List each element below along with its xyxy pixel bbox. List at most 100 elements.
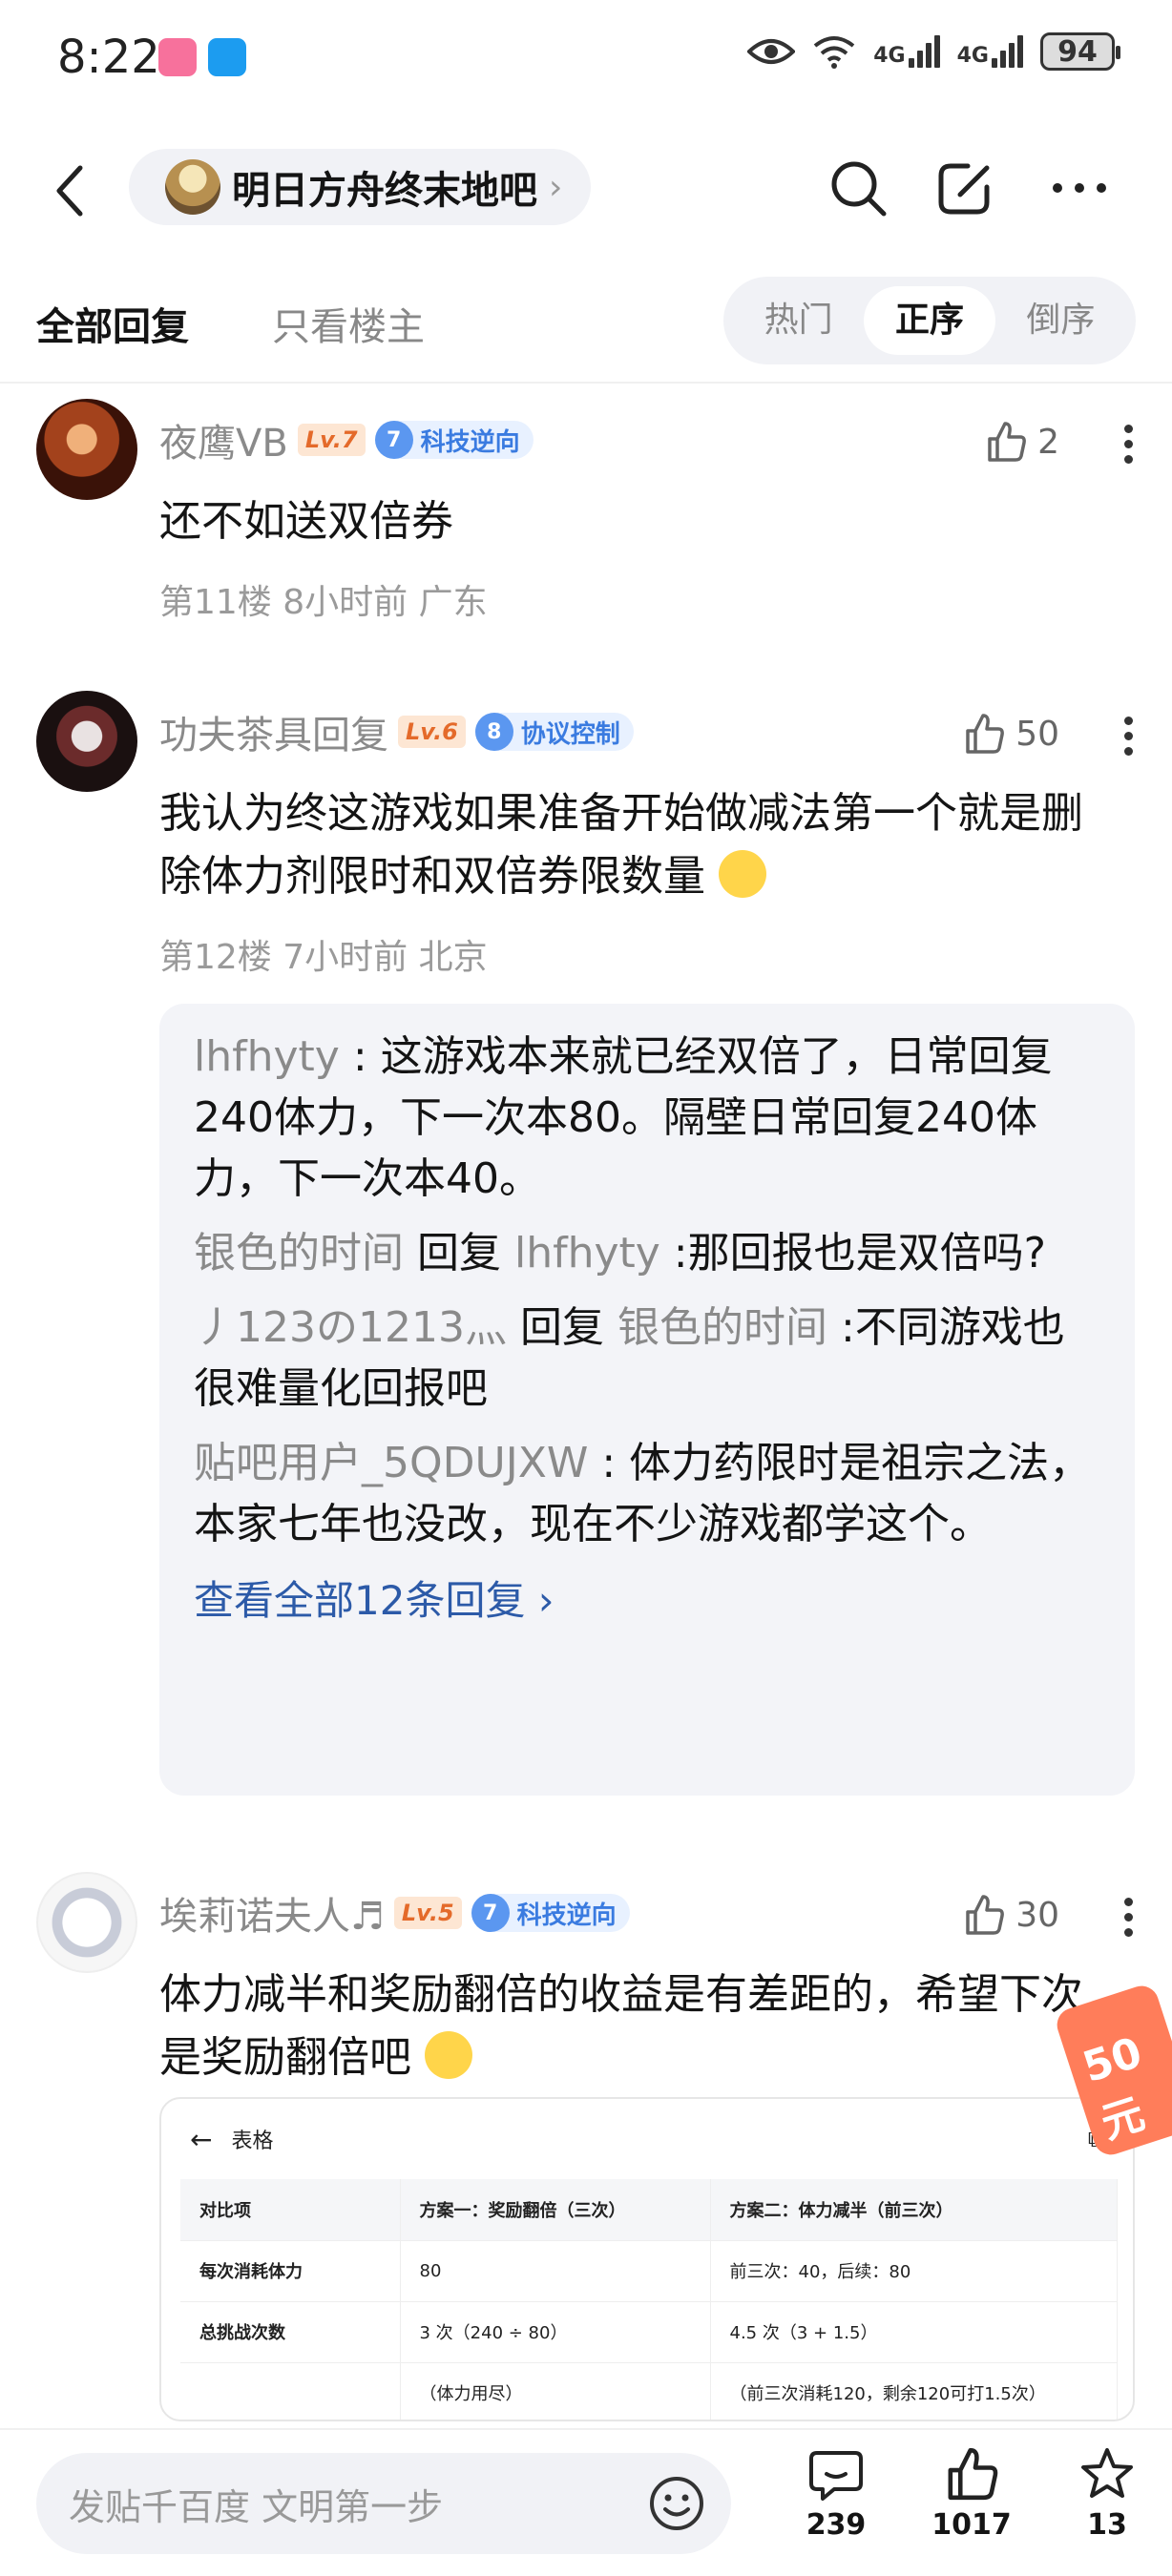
level-badge: Lv.7	[297, 424, 366, 456]
tab-op-only[interactable]: 只看楼主	[272, 296, 425, 351]
avatar[interactable]	[36, 1872, 137, 1973]
more-icon[interactable]	[1122, 1891, 1134, 1943]
back-arrow-icon[interactable]	[48, 162, 95, 219]
comment-button[interactable]: 239	[788, 2445, 884, 2542]
table-cell: （体力用尽）	[400, 2362, 711, 2420]
like-count: 1017	[931, 2508, 1012, 2542]
table-row: 总挑战次数 3 次（240 ÷ 80） 4.5 次（3 + 1.5）	[180, 2301, 1118, 2363]
like-button[interactable]: 2	[984, 420, 1059, 464]
table-cell: 对比项	[180, 2179, 401, 2241]
reply-author[interactable]: 贴吧用户_5QDUJXW	[194, 1439, 588, 1487]
message-app-icon	[208, 38, 246, 76]
username[interactable]: 夜鹰VB	[159, 412, 288, 467]
table-row: （体力用尽） （前三次消耗120，剩余120可打1.5次）	[180, 2362, 1118, 2420]
reply-input[interactable]: 发贴千百度 文明第一步	[36, 2453, 731, 2554]
table-cell: 每次消耗体力	[180, 2240, 401, 2302]
avatar[interactable]	[36, 399, 137, 500]
like-button[interactable]: 30	[962, 1893, 1059, 1937]
forum-name: 明日方舟终末地吧	[232, 169, 537, 213]
tab-all-replies[interactable]: 全部回复	[36, 296, 189, 351]
thumbs-up-icon	[988, 422, 1026, 462]
tag-label: 科技逆向	[516, 1901, 617, 1930]
honor-tag: 7 科技逆向	[374, 421, 534, 459]
view-all-replies-link[interactable]: 查看全部12条回复 ›	[194, 1568, 1100, 1627]
sub-replies: lhfhyty : 这游戏本来就已经双倍了，日常回复240体力，下一次本80。隔…	[159, 1004, 1135, 1796]
level-badge: Lv.6	[398, 716, 466, 748]
battery-indicator: 94	[1040, 32, 1120, 71]
more-options-icon[interactable]	[1046, 155, 1113, 221]
post-content-text: 体力减半和奖励翻倍的收益是有差距的，希望下次是奖励翻倍吧	[159, 1970, 1083, 2082]
reply-connector: 回复	[404, 1229, 514, 1278]
like-count: 30	[1015, 1895, 1059, 1935]
tag-number: 7	[374, 421, 413, 459]
eye-icon	[747, 39, 796, 64]
bottom-bar: 发贴千百度 文明第一步 239 1017 13	[0, 2428, 1172, 2576]
honor-tag: 8 协议控制	[474, 713, 634, 751]
edit-icon[interactable]	[931, 155, 998, 221]
status-time: 8:22	[57, 31, 160, 84]
user-line: 功夫茶具回复 Lv.6 8 协议控制	[159, 704, 634, 759]
signal-icon: 4G	[873, 35, 940, 68]
like-post-button[interactable]: 1017	[924, 2445, 1019, 2542]
table-cell: 总挑战次数	[180, 2301, 401, 2363]
thumbs-up-icon	[966, 714, 1005, 754]
table-cell: 方案二：体力减半（前三次）	[710, 2179, 1118, 2241]
sub-reply[interactable]: 贴吧用户_5QDUJXW : 体力药限时是祖宗之法，本家七年也没改，现在不少游戏…	[194, 1433, 1100, 1555]
chevron-right-icon: ›	[549, 167, 563, 207]
table-title: 表格	[231, 2129, 274, 2153]
reply-target[interactable]: 银色的时间	[617, 1303, 827, 1352]
table-row: 每次消耗体力 80 前三次：40，后续：80	[180, 2240, 1118, 2302]
reply-target[interactable]: lhfhyty	[514, 1229, 660, 1278]
table-cell: （前三次消耗120，剩余120可打1.5次）	[710, 2362, 1118, 2420]
table-cell: 4.5 次（3 + 1.5）	[710, 2301, 1118, 2363]
avatar[interactable]	[36, 691, 137, 792]
sort-hot[interactable]: 热门	[733, 286, 864, 355]
user-line: 夜鹰VB Lv.7 7 科技逆向	[159, 412, 534, 467]
network-type-2: 4G	[956, 44, 989, 68]
post-meta: 第11楼 8小时前 广东	[159, 583, 488, 622]
bilibili-app-icon	[158, 38, 197, 76]
favorite-button[interactable]: 13	[1059, 2445, 1155, 2542]
reply-text: :那回报也是双倍吗?	[659, 1229, 1046, 1278]
username[interactable]: 埃莉诺夫人♬	[159, 1885, 385, 1941]
comment-count: 239	[806, 2508, 867, 2542]
table-cell: 80	[400, 2240, 711, 2302]
table-image[interactable]: ← 表格 ⧉ 对比项方案一：奖励翻倍（三次）方案二：体力减半（前三次） 每次消耗…	[159, 2097, 1135, 2421]
favorite-count: 13	[1087, 2508, 1127, 2542]
table-header: ← 表格 ⧉	[161, 2099, 1133, 2179]
sub-reply[interactable]: 银色的时间 回复 lhfhyty :那回报也是双倍吗?	[194, 1223, 1100, 1284]
signal-icon-2: 4G	[957, 35, 1023, 68]
like-button[interactable]: 50	[962, 712, 1059, 756]
sub-reply[interactable]: 丿123の1213灬 回复 银色的时间 :不同游戏也很难量化回报吧	[194, 1298, 1100, 1420]
user-line: 埃莉诺夫人♬ Lv.5 7 科技逆向	[159, 1885, 630, 1941]
reply-tabs: 全部回复 只看楼主 热门 正序 倒序	[0, 277, 1172, 382]
post-meta: 第12楼 7小时前 北京	[159, 938, 488, 977]
battery-level: 94	[1057, 34, 1098, 69]
sub-reply[interactable]: lhfhyty : 这游戏本来就已经双倍了，日常回复240体力，下一次本80。隔…	[194, 1027, 1100, 1210]
table-cell	[180, 2362, 401, 2420]
sort-descending[interactable]: 倒序	[995, 286, 1126, 355]
thumbs-up-icon	[948, 2447, 998, 2501]
table-cell: 方案一：奖励翻倍（三次）	[400, 2179, 711, 2241]
emoji-icon[interactable]	[647, 2474, 706, 2533]
status-bar: 8:22 4G 4G 94	[0, 0, 1172, 114]
table-cell: 前三次：40，后续：80	[710, 2240, 1118, 2302]
table-row: 对比项 方案一：奖励翻倍（三次） 方案二：体力减半（前三次）	[180, 2179, 1118, 2241]
arrow-left-icon: ←	[190, 2123, 213, 2155]
more-icon[interactable]	[1122, 710, 1134, 762]
reply-author[interactable]: 丿123の1213灬	[194, 1303, 507, 1352]
username[interactable]: 功夫茶具回复	[159, 704, 388, 759]
like-count: 50	[1015, 714, 1059, 754]
sort-ascending[interactable]: 正序	[864, 286, 995, 355]
reply-author[interactable]: 银色的时间	[194, 1229, 404, 1278]
honor-tag: 7 科技逆向	[471, 1894, 630, 1932]
wifi-icon	[814, 36, 855, 69]
forum-pill[interactable]: 明日方舟终末地吧 ›	[129, 149, 592, 225]
post-content: 体力减半和奖励翻倍的收益是有差距的，希望下次是奖励翻倍吧	[159, 1963, 1114, 2089]
search-icon[interactable]	[825, 155, 891, 221]
more-icon[interactable]	[1122, 418, 1134, 470]
reply-author[interactable]: lhfhyty	[194, 1032, 340, 1081]
like-count: 2	[1037, 422, 1059, 462]
forum-avatar	[165, 159, 220, 215]
smile-emoji-icon	[719, 850, 766, 898]
